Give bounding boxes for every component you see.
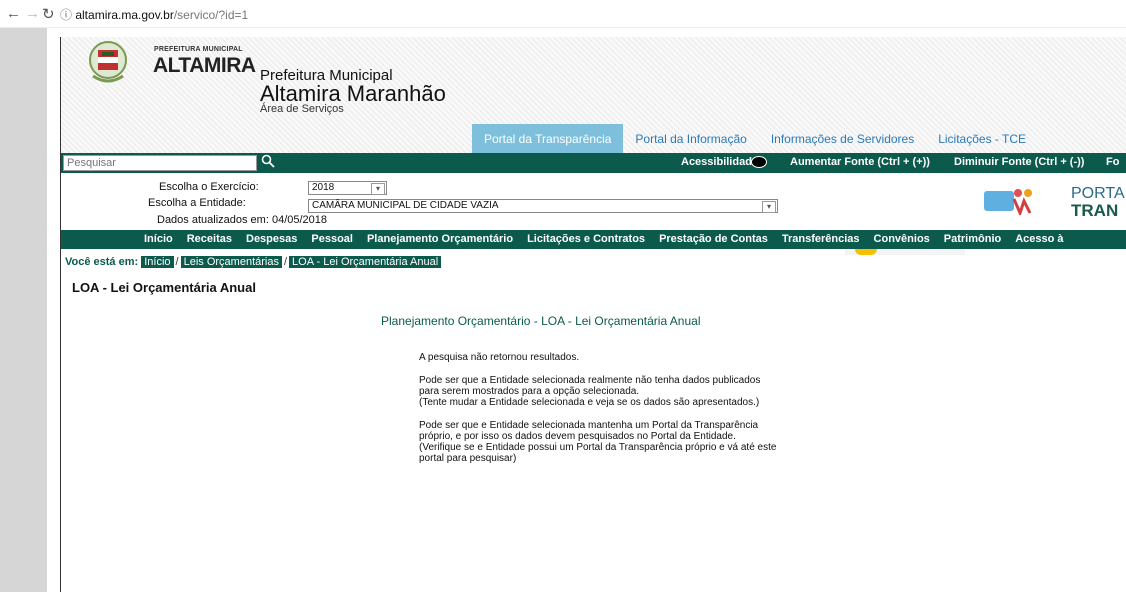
exercicio-select[interactable]: 2018 ▾ — [308, 181, 387, 195]
menu-item-despesas[interactable]: Despesas — [239, 233, 304, 245]
decrease-font-link[interactable]: Diminuir Fonte (Ctrl + (-)) — [954, 156, 1084, 168]
msg-line: A pesquisa não retornou resultados. — [419, 352, 580, 363]
search-icon[interactable] — [261, 154, 275, 168]
search-input[interactable] — [64, 156, 256, 170]
page-title: LOA - Lei Orçamentária Anual — [72, 280, 256, 295]
no-results-message: A pesquisa não retornou resultados. Pode… — [419, 352, 859, 476]
entidade-label: Escolha a Entidade: — [148, 197, 246, 209]
msg-line: próprio, e por isso os dados devem pesqu… — [419, 431, 736, 442]
extra-link[interactable]: Fo — [1106, 156, 1119, 168]
section-subtitle: Planejamento Orçamentário - LOA - Lei Or… — [381, 314, 701, 328]
url-path: /servico/?id=1 — [173, 8, 249, 22]
entidade-value: CAMÂRA MUNICIPAL DE CIDADE VAZIA — [312, 200, 499, 211]
menu-item-planejamento[interactable]: Planejamento Orçamentário — [360, 233, 520, 245]
menu-item-receitas[interactable]: Receitas — [180, 233, 239, 245]
breadcrumb-label: Você está em: — [65, 256, 139, 268]
msg-line: para serem mostrados para a opção seleci… — [419, 386, 640, 397]
updated-date: Dados atualizados em: 04/05/2018 — [157, 214, 328, 226]
menu-item-inicio[interactable]: Início — [137, 233, 180, 245]
reload-icon[interactable]: ↻ — [42, 5, 55, 23]
msg-line: (Verifique se e Entidade possui um Porta… — [419, 442, 777, 453]
menu-item-acesso[interactable]: Acesso à — [1008, 233, 1070, 245]
forward-arrow-icon[interactable]: → — [25, 5, 40, 22]
msg-line: Pode ser que e Entidade selecionada mant… — [419, 420, 759, 431]
search-box — [63, 155, 257, 171]
portal-transparencia-logo[interactable] — [984, 185, 1036, 215]
address-bar[interactable]: ⓘ altamira.ma.gov.br/servico/?id=1 — [60, 6, 248, 23]
main-menu: Início Receitas Despesas Pessoal Planeja… — [61, 230, 1126, 249]
banner-dot — [855, 249, 877, 255]
tab-portal-informacao[interactable]: Portal da Informação — [623, 124, 758, 154]
left-gutter — [0, 28, 47, 592]
entidade-select[interactable]: CAMÂRA MUNICIPAL DE CIDADE VAZIA ▾ — [308, 199, 778, 213]
msg-line: (Tente mudar a Entidade selecionada e ve… — [419, 397, 760, 408]
browser-toolbar: ← → ↻ ⓘ altamira.ma.gov.br/servico/?id=1 — [0, 0, 1126, 28]
menu-item-prestacao[interactable]: Prestação de Contas — [652, 233, 775, 245]
portal-logo-text-2: TRAN — [1071, 201, 1119, 220]
chevron-down-icon: ▾ — [762, 201, 776, 213]
tab-portal-transparencia[interactable]: Portal da Transparência — [472, 124, 624, 154]
tab-licitacoes-tce[interactable]: Licitações - TCE — [926, 124, 1038, 154]
tab-informacoes-servidores[interactable]: Informações de Servidores — [759, 124, 926, 154]
menu-item-convenios[interactable]: Convênios — [867, 233, 937, 245]
accessibility-label: Acessibilidade: — [681, 156, 762, 168]
contrast-icon[interactable] — [751, 156, 767, 168]
back-arrow-icon[interactable]: ← — [6, 5, 21, 22]
menu-item-pessoal[interactable]: Pessoal — [304, 233, 360, 245]
increase-font-link[interactable]: Aumentar Fonte (Ctrl + (+)) — [790, 156, 930, 168]
breadcrumb-sep: / — [175, 256, 179, 268]
msg-line: Pode ser que a Entidade selecionada real… — [419, 375, 761, 386]
logo-title: ALTAMIRA — [153, 54, 256, 77]
chevron-down-icon: ▾ — [371, 183, 385, 195]
menu-item-patrimonio[interactable]: Patrimônio — [937, 233, 1008, 245]
area-label: Área de Serviços — [260, 103, 344, 115]
coat-of-arms-logo — [89, 41, 127, 83]
accessibility-bar: Acessibilidade: Aumentar Fonte (Ctrl + (… — [61, 153, 1126, 173]
page-frame: PREFEITURA MUNICIPAL ALTAMIRA Prefeitura… — [60, 37, 1126, 592]
exercicio-label: Escolha o Exercício: — [159, 181, 259, 193]
breadcrumb-sep: / — [283, 256, 288, 268]
url-host: altamira.ma.gov.br — [75, 8, 174, 22]
menu-item-licitacoes[interactable]: Licitações e Contratos — [520, 233, 652, 245]
top-tabs: Portal da Transparência Portal da Inform… — [472, 124, 1038, 154]
breadcrumb-item-leis[interactable]: Leis Orçamentárias — [180, 256, 282, 268]
menu-item-transferencias[interactable]: Transferências — [775, 233, 867, 245]
exercicio-value: 2018 — [312, 182, 335, 193]
logo-subtitle: PREFEITURA MUNICIPAL — [154, 46, 243, 53]
breadcrumb-item-inicio[interactable]: Início — [141, 256, 174, 268]
breadcrumb-item-loa[interactable]: LOA - Lei Orçamentária Anual — [289, 256, 442, 268]
msg-line: portal para pesquisar) — [419, 453, 517, 464]
site-header: PREFEITURA MUNICIPAL ALTAMIRA Prefeitura… — [61, 37, 1126, 154]
info-icon[interactable]: ⓘ — [60, 8, 75, 22]
breadcrumb: Você está em: Início / Leis Orçamentárias /… — [65, 256, 442, 268]
